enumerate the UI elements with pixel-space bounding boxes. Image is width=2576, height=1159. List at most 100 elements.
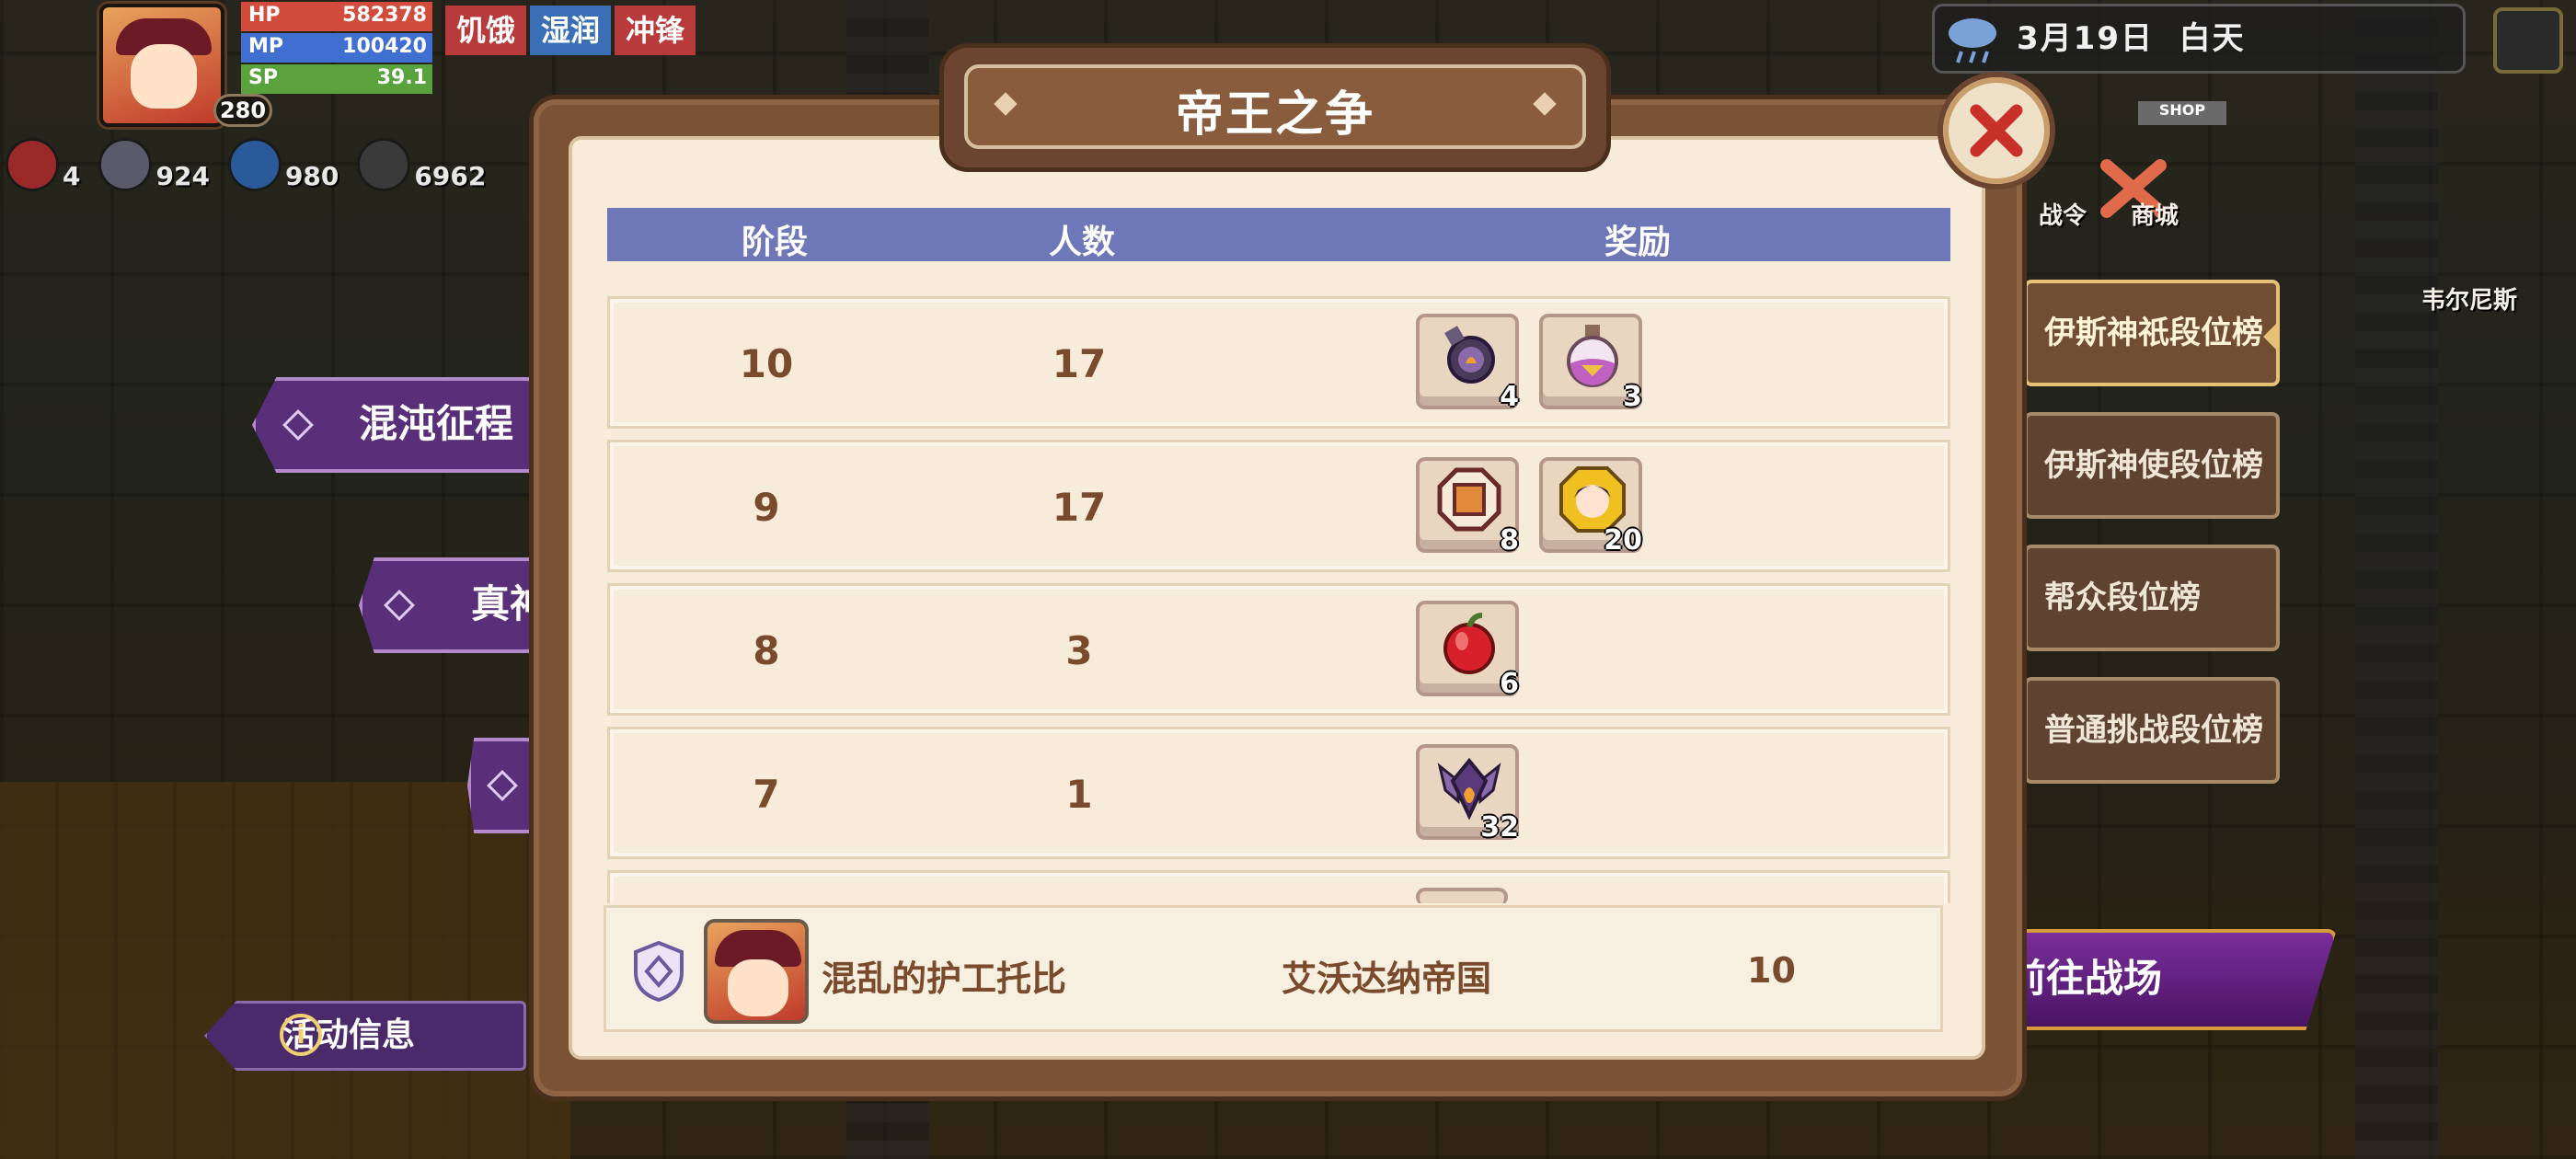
face-graphic — [728, 959, 788, 1016]
resource-meat[interactable]: 4 — [6, 138, 80, 191]
avatar[interactable] — [704, 919, 809, 1024]
reward-item[interactable]: 3 — [1539, 314, 1642, 413]
red-apple-icon — [1443, 613, 1495, 674]
reward-table[interactable]: 10 17 4 3 9 17 8 20 8 3 6 7 1 32 — [607, 283, 1950, 903]
tab-label: 伊斯神使段位榜 — [2044, 447, 2263, 484]
resource-bar: 4 924 980 6962 — [6, 138, 486, 191]
resource-gem[interactable]: 924 — [98, 138, 210, 191]
column-count: 人数 — [1049, 224, 1116, 261]
battle-pass-label[interactable]: 战令 — [2039, 197, 2087, 231]
mp-value: 100420 — [342, 35, 427, 58]
table-row: 7 1 32 — [607, 727, 1950, 859]
gem-icon — [98, 138, 153, 191]
tab-label: 帮众段位榜 — [2044, 580, 2201, 616]
octagon-token-icon — [1437, 467, 1501, 532]
modal-title: 帝王之争 — [1175, 87, 1374, 143]
sp-label: SP — [248, 66, 278, 89]
shop-label[interactable]: 商城 — [2131, 197, 2179, 231]
diamond-icon — [282, 409, 314, 441]
count-value: 17 — [1052, 485, 1107, 530]
face-graphic — [131, 44, 197, 109]
reward-item[interactable]: 4 — [1416, 314, 1519, 413]
shop-sign: SHOP — [2138, 101, 2226, 125]
tab-god-rank[interactable]: 伊斯神祇段位榜 — [2024, 280, 2280, 386]
sp-value: 39.1 — [376, 66, 427, 89]
status-tag-charge[interactable]: 冲锋 — [615, 6, 696, 55]
stage-value: 8 — [753, 628, 780, 673]
reward-item[interactable]: 20 — [1539, 457, 1642, 557]
status-tag-wet[interactable]: 湿润 — [530, 6, 612, 55]
true-god-banner[interactable]: 真神 — [359, 557, 552, 653]
resource-value: 980 — [284, 161, 339, 191]
shield-icon — [634, 941, 684, 1002]
resource-value: 4 — [63, 161, 81, 191]
date-label: 3月19日 白天 — [2017, 13, 2246, 58]
count-value: 1 — [1065, 772, 1093, 817]
resource-value: 924 — [155, 161, 210, 191]
hp-value: 582378 — [342, 4, 427, 27]
column-reward: 奖励 — [1604, 224, 1672, 261]
my-rank-row: 混乱的护工托比 艾沃达纳帝国 10 — [604, 905, 1943, 1032]
tab-label: 伊斯神祇段位榜 — [2044, 315, 2263, 351]
count-value: 3 — [1065, 628, 1093, 673]
tab-label: 普通挑战段位榜 — [2044, 712, 2263, 749]
status-tag-hungry[interactable]: 饥饿 — [445, 6, 527, 55]
resource-value: 6962 — [414, 161, 487, 191]
my-stage-value: 10 — [1747, 950, 1796, 991]
tab-challenge-rank[interactable]: 普通挑战段位榜 — [2024, 677, 2280, 784]
date-value: 3月19日 — [2017, 20, 2154, 57]
player-avatar[interactable] — [99, 4, 224, 127]
resource-blade[interactable]: 6962 — [357, 138, 486, 191]
hp-label: HP — [248, 4, 281, 27]
player-name: 混乱的护工托比 — [822, 958, 1067, 999]
table-row — [607, 870, 1950, 903]
close-icon — [1970, 104, 2023, 157]
table-row: 8 3 6 — [607, 583, 1950, 716]
bomb-orb-icon — [1444, 326, 1495, 384]
table-row: 10 17 4 3 — [607, 296, 1950, 429]
reward-quantity: 20 — [1604, 524, 1642, 557]
reward-quantity: 6 — [1500, 668, 1519, 700]
expand-button[interactable] — [2493, 7, 2563, 74]
mp-bar: MP 100420 — [241, 33, 432, 63]
winged-emblem-icon — [1437, 757, 1501, 820]
diamond-icon — [384, 590, 415, 621]
hero-portrait-icon — [1559, 466, 1626, 533]
diamond-icon — [487, 770, 518, 801]
tab-guild-rank[interactable]: 帮众段位榜 — [2024, 545, 2280, 651]
mp-label: MP — [248, 35, 284, 58]
water-drop-icon — [227, 138, 282, 191]
reward-quantity: 32 — [1480, 811, 1519, 843]
stage-value: 7 — [753, 772, 780, 817]
stat-bars: HP 582378 MP 100420 SP 39.1 — [241, 2, 432, 96]
banner-label: 混沌征程 — [359, 401, 514, 446]
tab-envoy-rank[interactable]: 伊斯神使段位榜 — [2024, 412, 2280, 519]
reward-item[interactable] — [1416, 888, 1508, 903]
stage-value: 9 — [753, 485, 780, 530]
kingdom-name: 艾沃达纳帝国 — [1282, 958, 1492, 999]
resource-water[interactable]: 980 — [227, 138, 339, 191]
modal-close-button[interactable] — [1943, 77, 2050, 184]
reward-item[interactable]: 8 — [1416, 457, 1519, 557]
reward-item[interactable]: 6 — [1416, 601, 1519, 700]
rain-cloud-icon — [1949, 18, 1996, 63]
info-icon: i — [280, 1014, 322, 1056]
sp-bar: SP 39.1 — [241, 64, 432, 94]
activity-info-button[interactable]: 活动信息 — [204, 1001, 526, 1071]
blade-icon — [357, 138, 411, 191]
time-of-day: 白天 — [2179, 20, 2246, 57]
reward-quantity: 3 — [1623, 381, 1642, 413]
location-label: 韦尔尼斯 — [2421, 287, 2518, 315]
table-header: 阶段 人数 奖励 — [607, 208, 1950, 261]
reward-quantity: 4 — [1500, 381, 1519, 413]
stage-value: 10 — [739, 341, 794, 386]
status-effects: 饥饿 湿润 冲锋 — [445, 6, 696, 55]
meat-icon — [6, 138, 59, 191]
chaos-journey-banner[interactable]: 混沌征程 — [252, 377, 556, 473]
active-arrow-icon — [2263, 324, 2276, 350]
table-row: 9 17 8 20 — [607, 440, 1950, 572]
count-value: 17 — [1052, 341, 1107, 386]
hp-bar: HP 582378 — [241, 2, 432, 31]
reward-item[interactable]: 32 — [1416, 744, 1519, 843]
player-level-badge: 280 — [213, 94, 272, 127]
